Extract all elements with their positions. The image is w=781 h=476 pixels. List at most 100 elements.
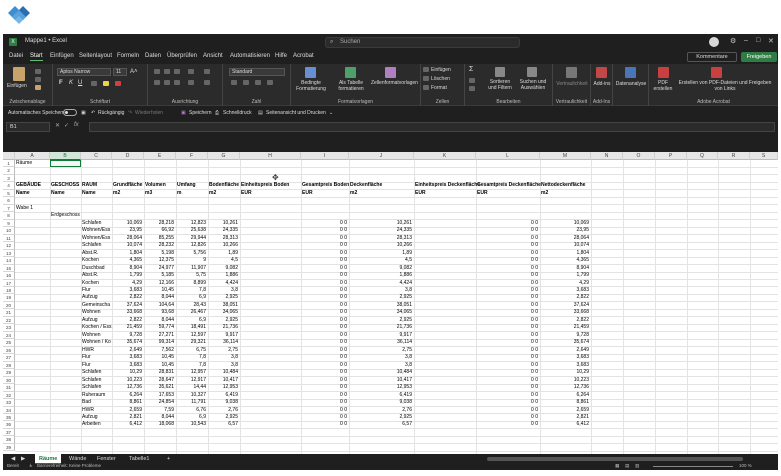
- underline-icon[interactable]: U: [78, 80, 82, 86]
- value-cell[interactable]: 0 0: [301, 324, 347, 331]
- value-cell[interactable]: 10,223: [112, 377, 142, 384]
- clear-icon[interactable]: [469, 86, 475, 91]
- value-cell[interactable]: 0 0: [476, 369, 538, 376]
- column-header-i[interactable]: I: [301, 152, 349, 160]
- align-bottom-icon[interactable]: [174, 69, 180, 74]
- value-cell[interactable]: 2,822: [540, 294, 589, 301]
- value-cell[interactable]: 18,068: [144, 421, 174, 428]
- value-cell[interactable]: 0 0: [476, 257, 538, 264]
- grow-font-icon[interactable]: A˄: [130, 69, 138, 75]
- value-cell[interactable]: 27,271: [144, 332, 174, 339]
- value-cell[interactable]: 1,799: [112, 272, 142, 279]
- row-header-30[interactable]: 30: [3, 376, 15, 385]
- row-header-2[interactable]: 2: [3, 167, 15, 175]
- value-cell[interactable]: 12,953: [349, 384, 412, 391]
- value-cell[interactable]: 6,264: [540, 392, 589, 399]
- value-cell[interactable]: 37,624: [540, 302, 589, 309]
- unit-cell[interactable]: m2: [209, 190, 216, 197]
- row-header-36[interactable]: 36: [3, 421, 15, 429]
- save-disk-icon[interactable]: ▣: [181, 110, 186, 116]
- value-cell[interactable]: 17,653: [144, 392, 174, 399]
- value-cell[interactable]: 0 0: [301, 257, 347, 264]
- value-cell[interactable]: 0 0: [476, 392, 538, 399]
- confirm-icon[interactable]: ✓: [64, 122, 69, 129]
- room-name-cell[interactable]: Abst.R.: [82, 272, 98, 279]
- value-cell[interactable]: 6,412: [540, 421, 589, 428]
- select-all-corner[interactable]: [3, 152, 15, 160]
- value-cell[interactable]: 38,051: [208, 302, 238, 309]
- value-cell[interactable]: 10,45: [144, 362, 174, 369]
- cell-erdgeschoss[interactable]: Erdgeschoss: [51, 212, 80, 219]
- conditional-format-icon[interactable]: [305, 67, 316, 78]
- row-header-12[interactable]: 12: [3, 242, 15, 250]
- value-cell[interactable]: 2,821: [540, 414, 589, 421]
- value-cell[interactable]: 21,459: [540, 324, 589, 331]
- value-cell[interactable]: 10,223: [540, 377, 589, 384]
- value-cell[interactable]: 28,064: [540, 235, 589, 242]
- value-cell[interactable]: 24,335: [208, 227, 238, 234]
- value-cell[interactable]: 36,114: [208, 339, 238, 346]
- value-cell[interactable]: 0 0: [476, 324, 538, 331]
- row-header-32[interactable]: 32: [3, 391, 15, 400]
- column-header-d[interactable]: D: [112, 152, 144, 160]
- row-header-10[interactable]: 10: [3, 227, 15, 235]
- value-cell[interactable]: 9,038: [208, 399, 238, 406]
- value-cell[interactable]: 6,9: [176, 317, 206, 324]
- value-cell[interactable]: 0 0: [476, 294, 538, 301]
- value-cell[interactable]: 5,185: [144, 272, 174, 279]
- value-cell[interactable]: 0 0: [301, 399, 347, 406]
- value-cell[interactable]: 6,9: [176, 414, 206, 421]
- tab-ueberpruefen[interactable]: Überprüfen: [167, 53, 197, 59]
- value-cell[interactable]: 12,957: [176, 369, 206, 376]
- unit-cell[interactable]: Name: [51, 190, 65, 197]
- value-cell[interactable]: 9,038: [349, 399, 412, 406]
- row-header-8[interactable]: 8: [3, 212, 15, 220]
- value-cell[interactable]: 0 0: [476, 354, 538, 361]
- cell-wabe[interactable]: Wabe 1: [16, 205, 33, 212]
- value-cell[interactable]: 33,668: [112, 309, 142, 316]
- value-cell[interactable]: 9: [176, 257, 206, 264]
- value-cell[interactable]: 25,638: [176, 227, 206, 234]
- value-cell[interactable]: 0 0: [301, 220, 347, 227]
- row-header-13[interactable]: 13: [3, 249, 15, 258]
- value-cell[interactable]: 6,76: [176, 407, 206, 414]
- column-header-e[interactable]: E: [144, 152, 176, 160]
- data-analysis-icon[interactable]: [625, 67, 636, 78]
- worksheet-grid[interactable]: ABCDEFGHIJKLMNOPQRS 1 2 3 4 5 6 7 8 9 10 11 12 13 14 1…: [3, 152, 778, 454]
- format-as-table-label[interactable]: Als Tabelle formatieren: [335, 80, 367, 92]
- value-cell[interactable]: 10,261: [208, 220, 238, 227]
- value-cell[interactable]: 2,822: [112, 294, 142, 301]
- value-cell[interactable]: 33,668: [540, 309, 589, 316]
- create-pdf-icon[interactable]: [658, 67, 669, 78]
- value-cell[interactable]: 11,791: [176, 399, 206, 406]
- redo-icon[interactable]: ↷: [128, 110, 132, 116]
- cancel-icon[interactable]: ✕: [55, 122, 60, 129]
- room-name-cell[interactable]: Flur: [82, 287, 91, 294]
- value-cell[interactable]: 0 0: [476, 317, 538, 324]
- tab-seitenlayout[interactable]: Seitenlayout: [79, 53, 112, 59]
- column-header-m[interactable]: M: [540, 152, 591, 160]
- room-name-cell[interactable]: Schlafen: [82, 369, 101, 376]
- fill-color-icon[interactable]: [103, 81, 109, 86]
- row-header-34[interactable]: 34: [3, 406, 15, 414]
- row-header-28[interactable]: 28: [3, 361, 15, 370]
- create-pdf-label[interactable]: PDF erstellen: [651, 80, 675, 92]
- value-cell[interactable]: 3,8: [349, 287, 412, 294]
- value-cell[interactable]: 2,659: [540, 407, 589, 414]
- value-cell[interactable]: 36,114: [349, 339, 412, 346]
- bold-icon[interactable]: F: [59, 80, 63, 86]
- format-painter-icon[interactable]: [35, 85, 41, 90]
- header-cell[interactable]: Nettodeckenfläche: [541, 182, 585, 189]
- wrap-text-icon[interactable]: [204, 69, 210, 74]
- value-cell[interactable]: 28,43: [176, 302, 206, 309]
- unit-cell[interactable]: m: [177, 190, 181, 197]
- currency-icon[interactable]: [231, 80, 237, 85]
- value-cell[interactable]: 10,484: [208, 369, 238, 376]
- unit-cell[interactable]: m2: [113, 190, 120, 197]
- room-name-cell[interactable]: Schlafen: [82, 242, 101, 249]
- value-cell[interactable]: 104,64: [144, 302, 174, 309]
- tab-ansicht[interactable]: Ansicht: [203, 53, 223, 59]
- row-header-31[interactable]: 31: [3, 384, 15, 392]
- value-cell[interactable]: 0 0: [301, 302, 347, 309]
- unit-cell[interactable]: EUR: [415, 190, 426, 197]
